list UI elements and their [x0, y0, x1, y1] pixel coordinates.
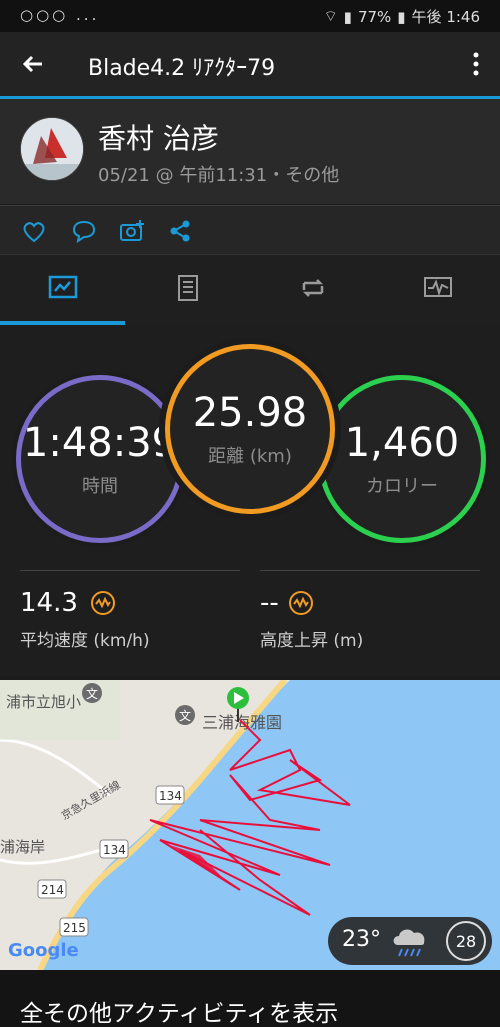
elevation-gain-label: 高度上昇 (m) [260, 631, 364, 651]
elevation-gain-value: -- [260, 588, 279, 618]
charts-pulse-icon [424, 277, 452, 297]
notification-icons: ○○○ ... [20, 6, 100, 24]
map-route-134-a: 134 [159, 789, 182, 803]
battery-percent: 77% [357, 7, 392, 26]
elevation-wave-icon [289, 591, 313, 615]
back-arrow-icon[interactable] [20, 50, 48, 78]
status-bar: ○○○ ... ⌔ ▮ 77% ▮ 午後 1:46 [0, 0, 500, 32]
calories-label: カロリー [366, 476, 438, 497]
user-name[interactable]: 香村 治彦 [98, 117, 219, 157]
active-tab-indicator [0, 321, 125, 325]
avg-speed-label: 平均速度 (km/h) [20, 631, 150, 651]
tab-bar [0, 254, 500, 326]
wind-speed-dial: 28 [446, 921, 486, 961]
avatar[interactable] [20, 117, 84, 181]
distance-label: 距離 (km) [208, 446, 292, 467]
map-label-coast: 浦海岸 [0, 838, 45, 856]
distance-ring: 25.98 距離 (km) [165, 344, 335, 514]
calories-value: 1,460 [344, 420, 460, 466]
view-all-activities-link[interactable]: 全その他アクティビティを表示 [20, 994, 338, 1027]
map-route-215: 215 [63, 921, 86, 935]
time-ring: 1:48:39 時間 [16, 375, 184, 543]
weather-badge[interactable]: 23° 28 [328, 917, 492, 965]
time-value: 1:48:39 [22, 420, 178, 466]
avg-speed-metric: 14.3 平均速度 (km/h) [20, 570, 240, 660]
divider [260, 570, 480, 571]
action-bar [0, 205, 500, 254]
details-list-icon [178, 275, 198, 301]
profile-header: 香村 治彦 05/21 @ 午前11:31・その他 [0, 99, 500, 204]
google-logo: Google [8, 940, 79, 961]
divider [20, 570, 240, 571]
share-icon[interactable] [166, 217, 194, 245]
tab-laps[interactable] [250, 255, 375, 327]
tab-details[interactable] [125, 255, 250, 327]
laps-loop-icon [302, 279, 324, 297]
wifi-icon: ⌔ [323, 7, 338, 25]
activity-title: Blade4.2 ﾘｱｸﾀｰ79 [88, 56, 276, 81]
like-heart-icon[interactable] [20, 217, 48, 245]
signal-icon: ▮ [343, 7, 352, 26]
tab-summary[interactable] [0, 255, 125, 327]
tab-charts[interactable] [375, 255, 500, 327]
overflow-menu-icon[interactable] [470, 50, 482, 78]
summary-icon [48, 275, 78, 299]
time-label: 時間 [82, 476, 118, 497]
map-route-134-b: 134 [103, 843, 126, 857]
status-right: ⌔ ▮ 77% ▮ 午後 1:46 [324, 6, 480, 27]
calories-ring: 1,460 カロリー [318, 375, 486, 543]
map-route-214: 214 [41, 883, 64, 897]
app-bar: Blade4.2 ﾘｱｸﾀｰ79 [0, 32, 500, 96]
distance-value: 25.98 [192, 390, 308, 436]
temperature: 23° [342, 927, 381, 952]
elevation-gain-metric: -- 高度上昇 (m) [260, 570, 480, 660]
map-label-school: 浦市立旭小 [6, 693, 81, 711]
comment-icon[interactable] [70, 217, 98, 245]
footer: 全その他アクティビティを表示 [0, 970, 500, 1027]
stats-panel: 1:48:39 時間 1,460 カロリー 25.98 距離 (km) 14.3… [0, 326, 500, 676]
avg-speed-value: 14.3 [20, 588, 78, 618]
svg-text:文: 文 [86, 686, 98, 701]
activity-meta: 05/21 @ 午前11:31・その他 [98, 165, 340, 186]
svg-text:文: 文 [179, 708, 191, 723]
rain-cloud-icon [393, 929, 425, 957]
battery-icon: ▮ [397, 7, 406, 26]
pace-wave-icon [91, 591, 115, 615]
clock: 午後 1:46 [411, 8, 480, 26]
add-photo-icon[interactable] [118, 217, 146, 245]
